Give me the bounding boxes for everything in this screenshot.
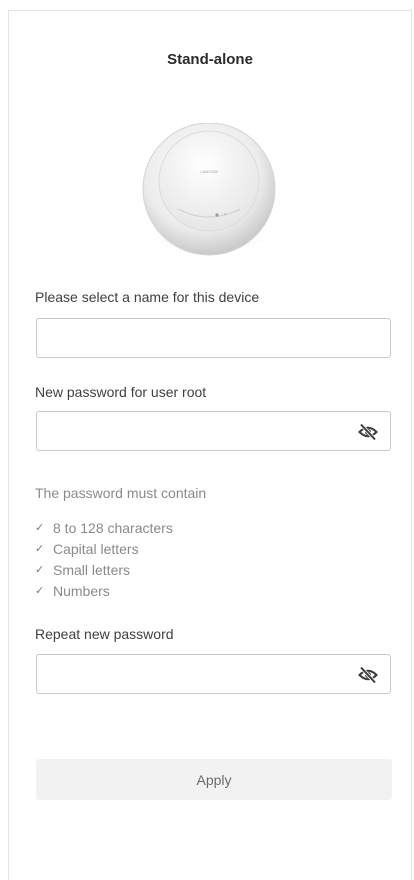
checkmark-icon: ✓ — [35, 522, 45, 534]
repeat-password-label: Repeat new password — [35, 626, 174, 642]
requirement-label: Small letters — [53, 562, 131, 578]
eye-slash-icon[interactable] — [358, 423, 378, 441]
password-requirements-heading: The password must contain — [35, 485, 207, 501]
setup-panel: Stand-alone LANCOM Please select a name … — [8, 10, 412, 880]
page-title: Stand-alone — [167, 51, 253, 68]
device-brand-text: LANCOM — [200, 169, 217, 174]
repeat-password-field[interactable] — [36, 654, 391, 694]
password-requirements-list: ✓ 8 to 128 characters ✓ Capital letters … — [35, 518, 173, 602]
access-point-image: LANCOM — [134, 122, 284, 259]
device-name-field[interactable] — [36, 318, 391, 358]
device-name-input[interactable] — [37, 319, 390, 357]
checkmark-icon: ✓ — [35, 564, 45, 576]
checkmark-icon: ✓ — [35, 585, 45, 597]
apply-button[interactable]: Apply — [36, 759, 392, 800]
requirement-label: 8 to 128 characters — [53, 520, 173, 536]
requirement-item: ✓ Numbers — [35, 581, 173, 602]
device-name-label: Please select a name for this device — [35, 289, 260, 305]
requirement-label: Capital letters — [53, 541, 139, 557]
requirement-item: ✓ Capital letters — [35, 539, 173, 560]
new-password-label: New password for user root — [35, 384, 207, 400]
checkmark-icon: ✓ — [35, 543, 45, 555]
requirement-item: ✓ Small letters — [35, 560, 173, 581]
requirement-label: Numbers — [53, 583, 110, 599]
repeat-password-input[interactable] — [37, 655, 390, 693]
eye-slash-icon[interactable] — [358, 666, 378, 684]
new-password-input[interactable] — [37, 412, 390, 450]
requirement-item: ✓ 8 to 128 characters — [35, 518, 173, 539]
new-password-field[interactable] — [36, 411, 391, 451]
